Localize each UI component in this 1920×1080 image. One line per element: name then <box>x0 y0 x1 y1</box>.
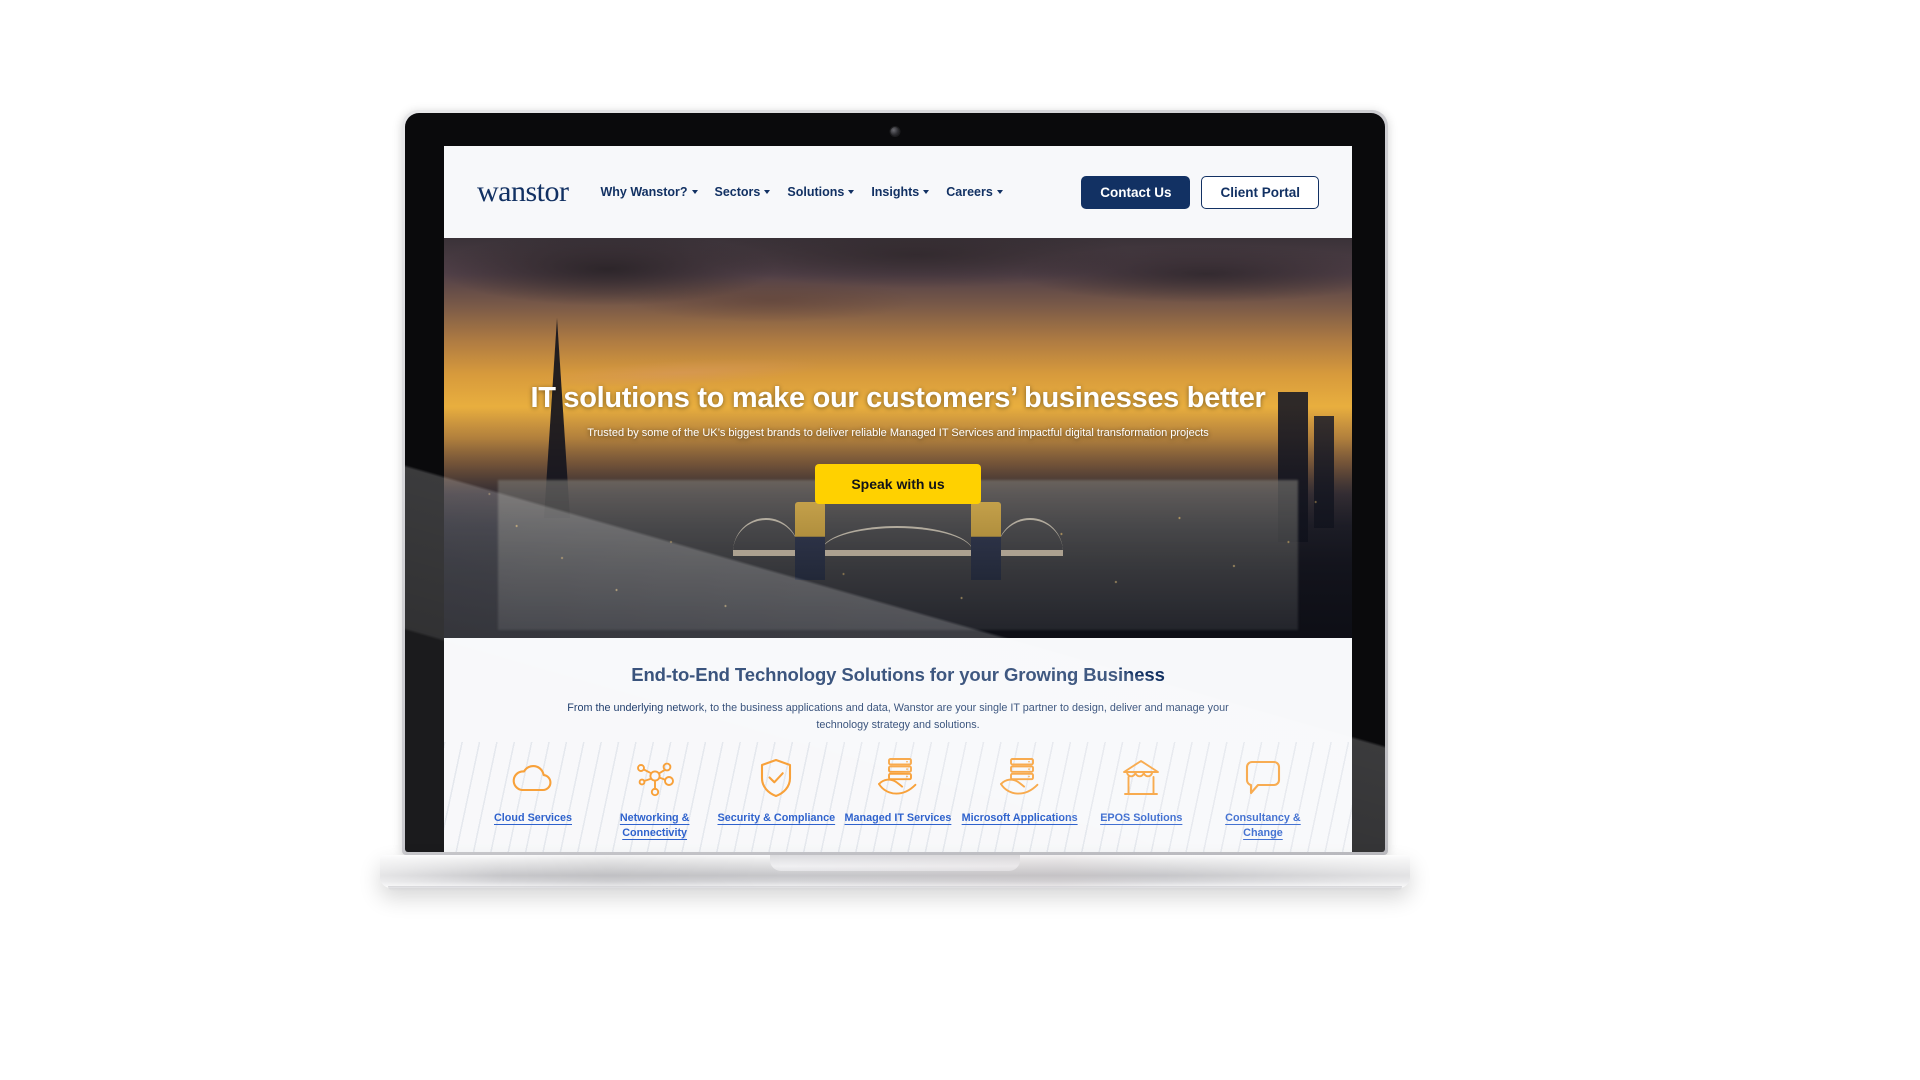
service-item-managed-it-services[interactable]: Managed IT Services <box>839 755 957 840</box>
services-description: From the underlying network, to the busi… <box>567 702 1229 731</box>
wanstor-logo[interactable]: wanstor <box>477 177 569 207</box>
laptop-mockup: wanstor Why Wanstor? Sectors Solutions I… <box>380 110 1410 900</box>
hero-title: IT solutions to make our customers’ busi… <box>530 382 1266 414</box>
laptop-bezel: wanstor Why Wanstor? Sectors Solutions I… <box>405 113 1385 852</box>
nav-label: Why Wanstor? <box>600 185 688 199</box>
cloud-icon <box>474 755 592 801</box>
speech-bubble-icon <box>1204 755 1322 801</box>
chevron-down-icon <box>923 190 930 194</box>
service-item-security-compliance[interactable]: Security & Compliance <box>717 755 835 840</box>
service-label: Managed IT Services <box>844 812 952 825</box>
chevron-down-icon <box>691 190 698 194</box>
chevron-down-icon <box>764 190 771 194</box>
shield-check-icon <box>717 755 835 801</box>
network-nodes-icon <box>596 755 714 801</box>
contact-us-button[interactable]: Contact Us <box>1081 175 1191 209</box>
storefront-icon <box>1082 755 1200 801</box>
services-title: End-to-End Technology Solutions for your… <box>631 664 1165 685</box>
laptop-base <box>380 855 1410 891</box>
site-header: wanstor Why Wanstor? Sectors Solutions I… <box>444 146 1352 238</box>
laptop-base-foot <box>388 886 1402 891</box>
hero-content: IT solutions to make our customers’ busi… <box>444 238 1352 504</box>
service-item-networking-connectivity[interactable]: Networking & Connectivity <box>596 755 714 840</box>
server-hand-icon <box>961 755 1079 801</box>
laptop-lid: wanstor Why Wanstor? Sectors Solutions I… <box>402 110 1388 855</box>
browser-screen: wanstor Why Wanstor? Sectors Solutions I… <box>444 146 1352 852</box>
service-item-epos-solutions[interactable]: EPOS Solutions <box>1082 755 1200 840</box>
services-list: Cloud Services Networking & Connectivity… <box>444 755 1352 840</box>
header-actions: Contact Us Client Portal <box>1081 175 1319 209</box>
webcam-icon <box>890 127 900 136</box>
service-item-cloud-services[interactable]: Cloud Services <box>474 755 592 840</box>
hero-section: IT solutions to make our customers’ busi… <box>444 238 1352 638</box>
nav-item-careers[interactable]: Careers <box>946 185 1003 199</box>
nav-item-insights[interactable]: Insights <box>871 185 930 199</box>
screenshot-canvas: wanstor Why Wanstor? Sectors Solutions I… <box>0 0 1920 1080</box>
service-label: Security & Compliance <box>717 812 836 825</box>
nav-label: Sectors <box>714 185 761 199</box>
speak-with-us-button[interactable]: Speak with us <box>815 464 981 504</box>
chevron-down-icon <box>848 190 855 194</box>
client-portal-button[interactable]: Client Portal <box>1201 175 1319 209</box>
service-label: Microsoft Applications <box>961 812 1078 825</box>
nav-item-sectors[interactable]: Sectors <box>715 185 771 199</box>
server-hand-icon <box>839 755 957 801</box>
service-item-microsoft-applications[interactable]: Microsoft Applications <box>961 755 1079 840</box>
hero-subtitle: Trusted by some of the UK’s biggest bran… <box>587 427 1209 439</box>
service-label: EPOS Solutions <box>1100 812 1183 825</box>
nav-label: Careers <box>946 185 993 199</box>
service-item-consultancy-change[interactable]: Consultancy & Change <box>1204 755 1322 840</box>
chevron-down-icon <box>996 190 1003 194</box>
laptop-base-sheen <box>380 855 1410 888</box>
nav-label: Insights <box>871 185 920 199</box>
service-label: Cloud Services <box>493 812 572 825</box>
nav-item-why-wanstor[interactable]: Why Wanstor? <box>600 185 698 199</box>
service-label: Networking & Connectivity <box>619 812 690 840</box>
main-navigation: Why Wanstor? Sectors Solutions Insights … <box>600 185 1081 199</box>
nav-label: Solutions <box>787 185 845 199</box>
nav-item-solutions[interactable]: Solutions <box>787 185 855 199</box>
services-section: End-to-End Technology Solutions for your… <box>444 638 1352 852</box>
service-label: Consultancy & Change <box>1225 812 1301 840</box>
